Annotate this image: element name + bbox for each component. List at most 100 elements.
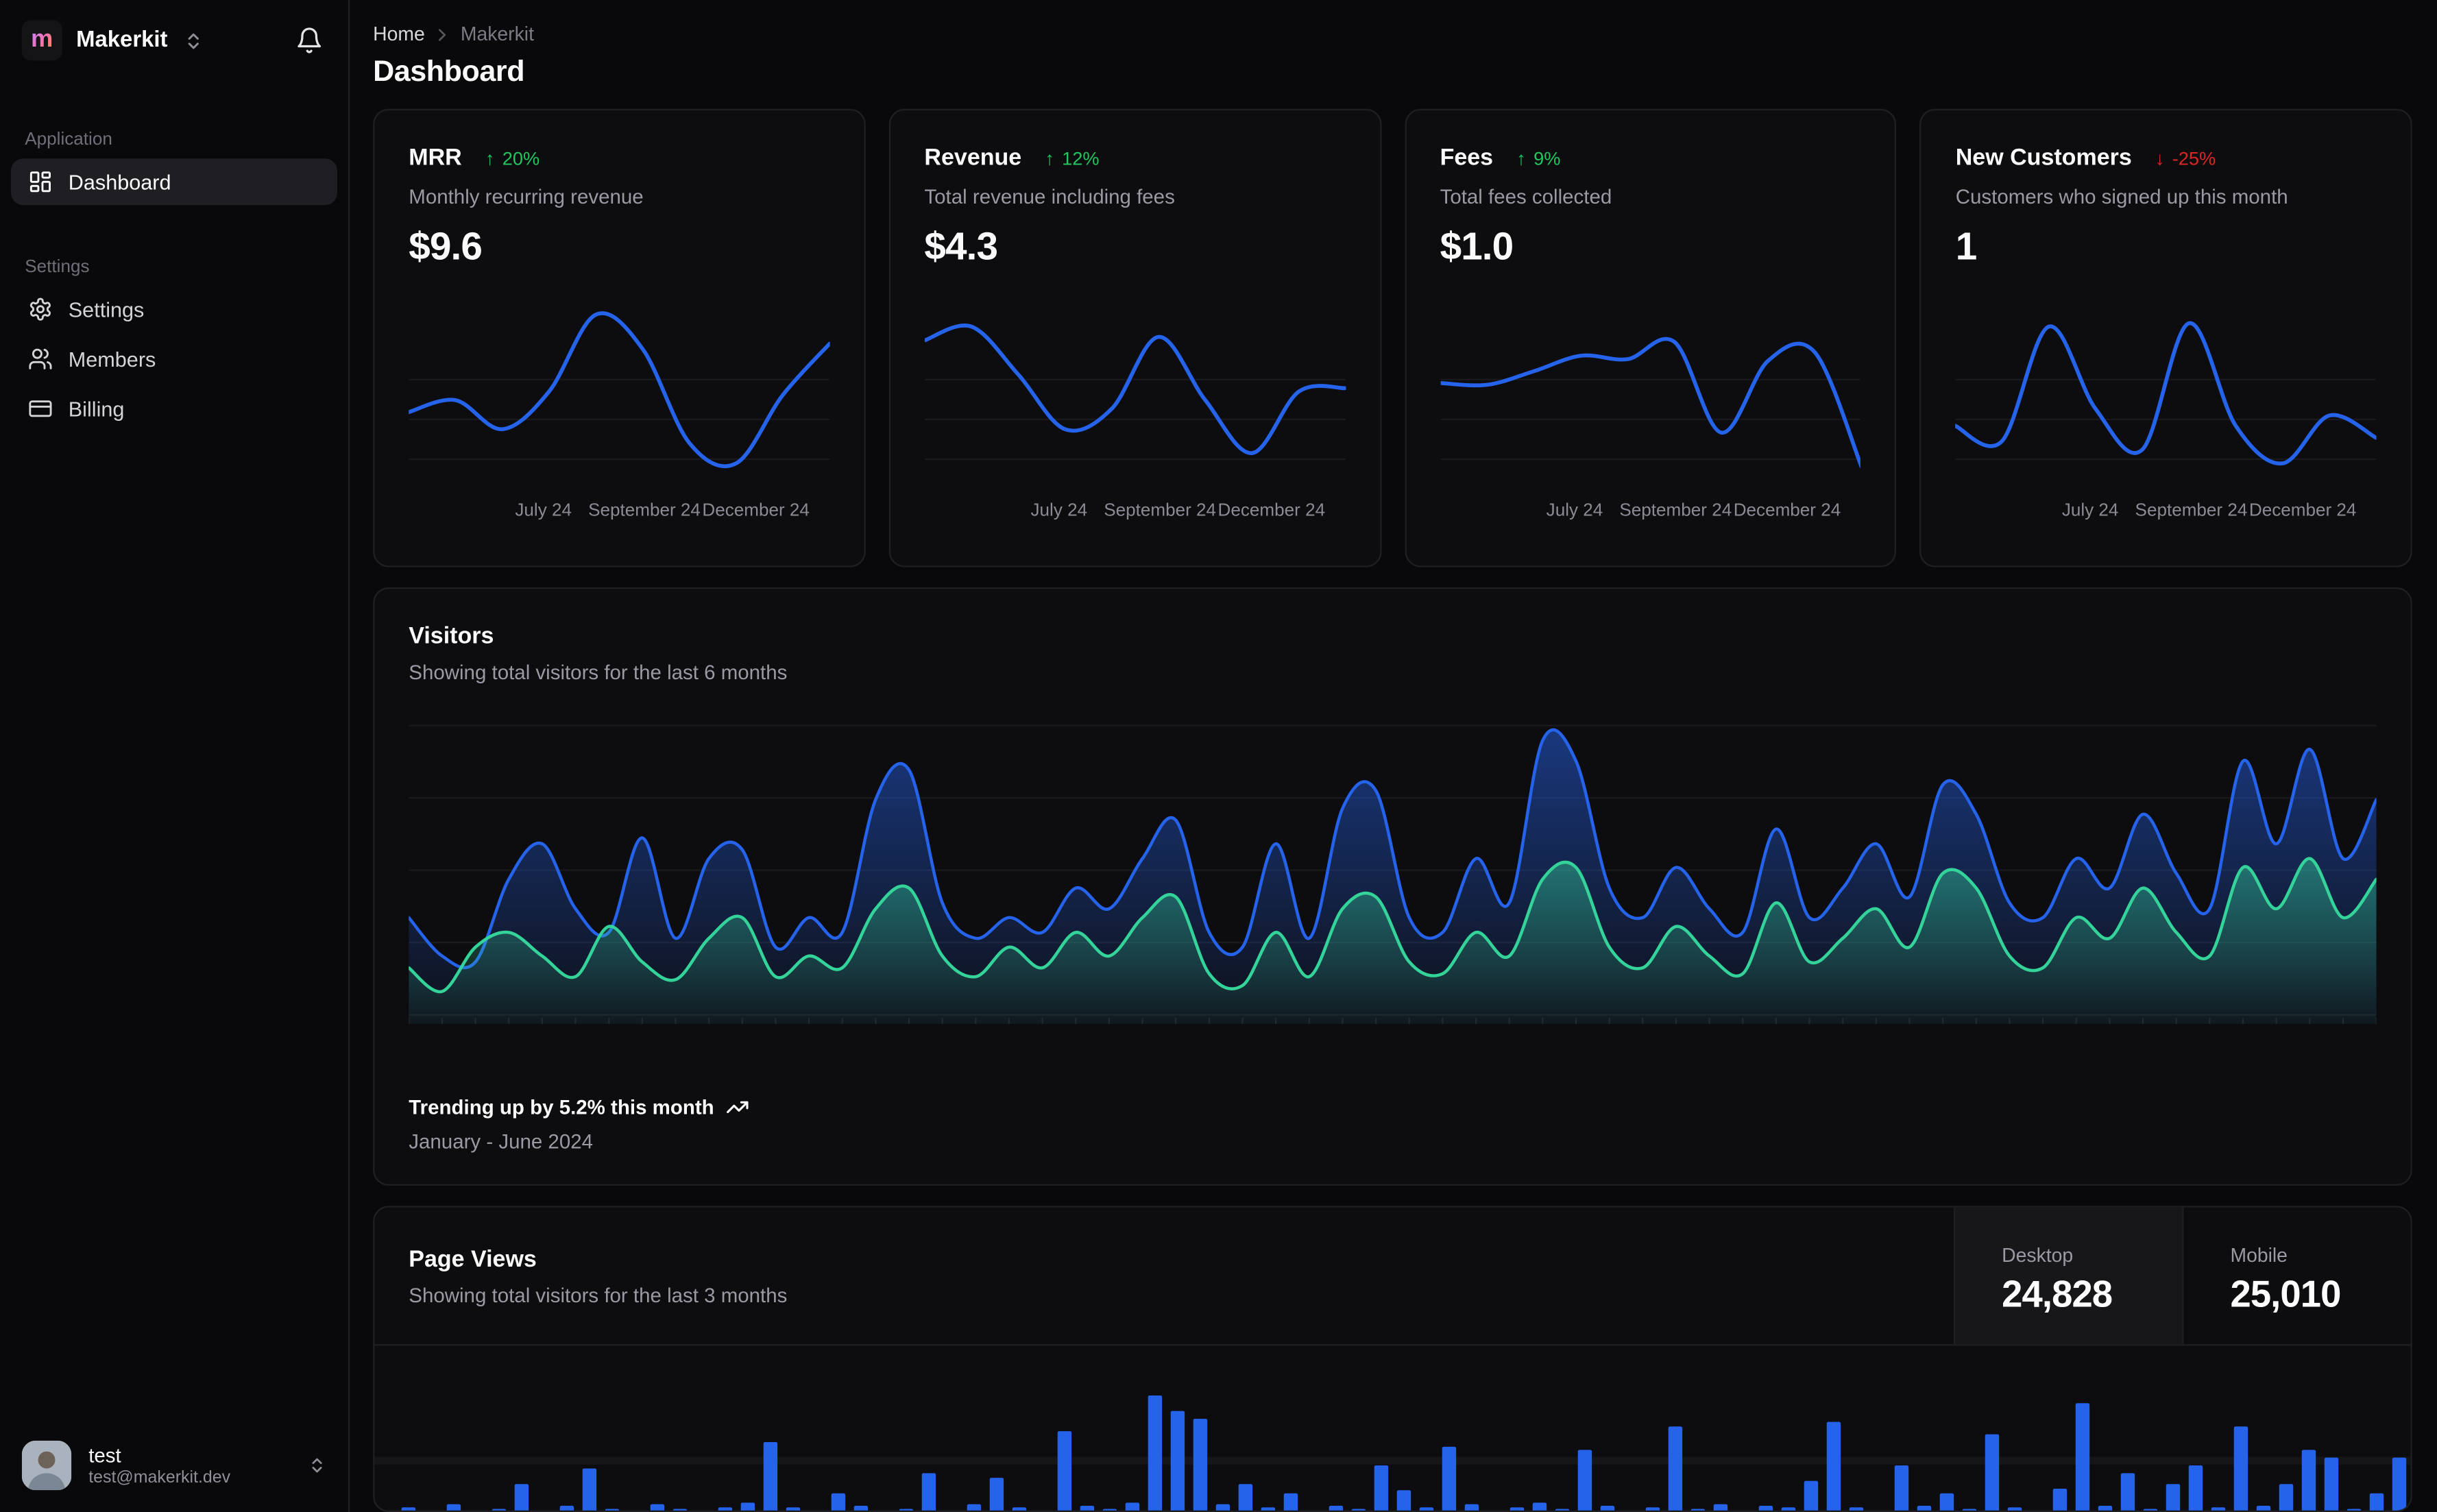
- user-menu-chevrons-icon[interactable]: [308, 1456, 326, 1474]
- trend-up-arrow-icon: ↑: [1045, 147, 1054, 169]
- page-views-tabs: Desktop 24,828 Mobile 25,010: [1953, 1207, 2411, 1345]
- sidebar-item-label: Settings: [68, 297, 145, 321]
- page-views-card: Page Views Showing total visitors for th…: [373, 1206, 2412, 1512]
- user-avatar: [21, 1440, 72, 1491]
- sidebar-item-label: Billing: [68, 397, 125, 421]
- stat-card-mrr: MRR ↑ 20% Monthly recurring revenue $9.6 …: [373, 108, 866, 568]
- user-name: test: [88, 1443, 121, 1467]
- brand-logo-letter: m: [31, 27, 53, 55]
- stat-value: $9.6: [409, 225, 483, 269]
- stat-subtitle: Customers who signed up this month: [1955, 184, 2288, 208]
- stat-value: $4.3: [924, 225, 998, 269]
- breadcrumb: Home Makerkit: [373, 23, 2412, 45]
- x-tick: December 24: [1733, 502, 1841, 521]
- nav-settings: Settings Members Billing: [0, 277, 348, 435]
- x-tick: September 24: [588, 502, 701, 521]
- x-tick: September 24: [1619, 502, 1732, 521]
- trend-badge: ↑ 12%: [1045, 147, 1099, 169]
- page-title: Dashboard: [373, 56, 525, 89]
- sidebar-item-billing[interactable]: Billing: [11, 385, 337, 432]
- visitors-card: Visitors Showing total visitors for the …: [373, 587, 2412, 1186]
- stat-card-revenue: Revenue ↑ 12% Total revenue including fee…: [888, 108, 1381, 568]
- stat-card-new-customers: New Customers ↓ -25% Customers who signed…: [1919, 108, 2412, 568]
- tab-label: Desktop: [2002, 1245, 2074, 1267]
- sidebar-item-members[interactable]: Members: [11, 336, 337, 382]
- chevron-right-icon: [433, 24, 452, 44]
- tab-mobile[interactable]: Mobile 25,010: [2182, 1207, 2410, 1345]
- trending-up-icon: [727, 1101, 749, 1114]
- x-tick: December 24: [1217, 502, 1326, 521]
- stat-card-fees: Fees ↑ 9% Total fees collected $1.0 July …: [1404, 108, 1897, 568]
- user-menu[interactable]: test test@makerkit.dev: [0, 1422, 348, 1512]
- trend-down-arrow-icon: ↓: [2155, 147, 2165, 169]
- x-axis-ticks: July 24 September 24 December 24: [1440, 502, 1861, 524]
- dashboard-app: m Makerkit Application Dashboard Setting…: [0, 0, 2437, 1512]
- breadcrumb-home-link[interactable]: Home: [373, 23, 425, 45]
- x-tick: December 24: [2248, 502, 2357, 521]
- x-tick: December 24: [702, 502, 810, 521]
- stat-title: New Customers: [1955, 144, 2132, 171]
- x-tick: July 24: [1030, 502, 1088, 521]
- stat-title: Fees: [1440, 144, 1494, 171]
- brand-name: Makerkit: [76, 27, 168, 53]
- visitors-trending-text: Trending up by 5.2% this month: [409, 1095, 714, 1119]
- visitors-title: Visitors: [409, 623, 494, 650]
- stat-subtitle: Total revenue including fees: [924, 184, 1175, 208]
- x-tick: July 24: [515, 502, 572, 521]
- x-axis-ticks: July 24 September 24 December 24: [1956, 502, 2377, 524]
- visitors-period: January - June 2024: [409, 1130, 594, 1154]
- sidebar: m Makerkit Application Dashboard Setting…: [0, 0, 350, 1512]
- brand-logo: m: [21, 20, 62, 61]
- nav-application: Dashboard: [0, 149, 348, 208]
- billing-credit-card-icon: [29, 400, 52, 417]
- visitors-subtitle: Showing total visitors for the last 6 mo…: [409, 660, 788, 684]
- nav-section-settings: Settings: [25, 258, 90, 277]
- new-customers-line-chart: [1955, 300, 2377, 490]
- x-axis-ticks: July 24 September 24 December 24: [924, 502, 1345, 524]
- page-views-title: Page Views: [409, 1246, 537, 1273]
- notifications-bell-icon[interactable]: [295, 27, 324, 55]
- chevrons-up-down-icon[interactable]: [183, 30, 203, 50]
- members-users-icon: [29, 348, 52, 369]
- stat-subtitle: Total fees collected: [1440, 184, 1612, 208]
- x-tick: September 24: [1104, 502, 1217, 521]
- page-views-subtitle: Showing total visitors for the last 3 mo…: [409, 1283, 788, 1307]
- mrr-line-chart: [409, 300, 830, 490]
- tab-value: 25,010: [2230, 1274, 2341, 1317]
- x-tick: July 24: [2061, 502, 2119, 521]
- fees-line-chart: [1440, 300, 1861, 490]
- trend-value: -25%: [2172, 147, 2216, 169]
- x-tick: September 24: [2135, 502, 2248, 521]
- sidebar-item-dashboard[interactable]: Dashboard: [10, 158, 337, 206]
- stat-title: Revenue: [924, 144, 1022, 171]
- stat-value: 1: [1955, 225, 1978, 269]
- main-content: Home Makerkit Dashboard MRR ↑ 20% Monthly…: [351, 0, 2437, 1512]
- trend-value: 12%: [1062, 147, 1100, 169]
- tab-label: Mobile: [2230, 1245, 2288, 1267]
- breadcrumb-current: Makerkit: [460, 23, 534, 45]
- tab-desktop[interactable]: Desktop 24,828: [1953, 1207, 2183, 1345]
- trend-up-arrow-icon: ↑: [485, 147, 495, 169]
- tab-value: 24,828: [2002, 1274, 2113, 1317]
- stat-title: MRR: [409, 144, 462, 171]
- stat-cards-row: MRR ↑ 20% Monthly recurring revenue $9.6 …: [373, 108, 2412, 568]
- stat-value: $1.0: [1440, 225, 1514, 269]
- sidebar-item-label: Dashboard: [68, 170, 171, 194]
- workspace-selector[interactable]: m Makerkit: [0, 0, 348, 73]
- trend-badge: ↓ -25%: [2155, 147, 2216, 169]
- sidebar-item-label: Members: [68, 347, 156, 371]
- page-views-header: Page Views Showing total visitors for th…: [374, 1207, 2411, 1346]
- trend-value: 20%: [502, 147, 540, 169]
- trend-badge: ↑ 20%: [485, 147, 539, 169]
- trend-badge: ↑ 9%: [1516, 147, 1560, 169]
- visitors-area-chart: [409, 716, 2377, 1025]
- x-tick: July 24: [1546, 502, 1603, 521]
- stat-subtitle: Monthly recurring revenue: [409, 184, 644, 208]
- user-email: test@makerkit.dev: [88, 1469, 231, 1488]
- page-views-bar-chart: [374, 1345, 2411, 1511]
- nav-section-application: Application: [25, 130, 112, 149]
- trend-up-arrow-icon: ↑: [1516, 147, 1526, 169]
- revenue-line-chart: [924, 300, 1346, 490]
- settings-gear-icon: [29, 297, 51, 321]
- sidebar-item-settings[interactable]: Settings: [11, 286, 337, 332]
